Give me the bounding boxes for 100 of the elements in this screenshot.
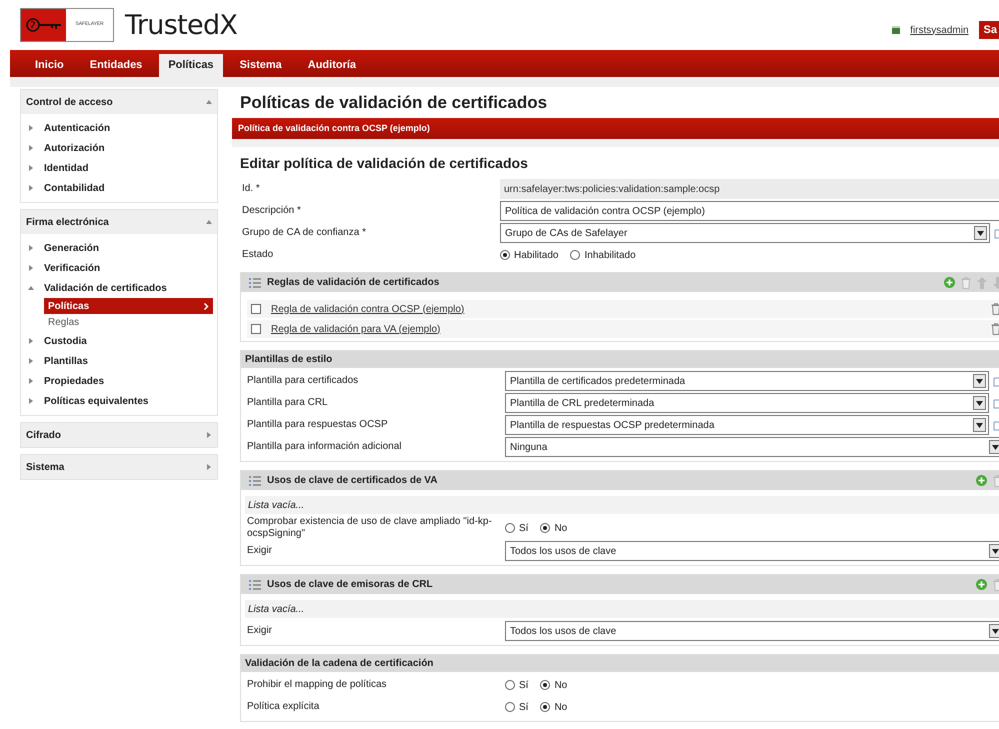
- dropdown-field[interactable]: Todos los usos de clave: [505, 541, 999, 561]
- nav-tab[interactable]: Entidades: [80, 54, 152, 77]
- add-icon[interactable]: [976, 475, 987, 486]
- radio-button[interactable]: [570, 250, 580, 260]
- radio-button[interactable]: [505, 702, 515, 712]
- dropdown-value: Plantilla de CRL predeterminada: [510, 396, 654, 410]
- app-name: TrustedX: [125, 12, 238, 38]
- sidebar-item[interactable]: Plantillas: [21, 351, 217, 371]
- sidebar-item[interactable]: Propiedades: [21, 371, 217, 391]
- page-title: Políticas de validación de certificados: [239, 92, 548, 114]
- radio-button[interactable]: [505, 680, 515, 690]
- trash-icon[interactable]: [961, 276, 971, 288]
- radio-label: Sí: [519, 522, 528, 536]
- sidebar-item[interactable]: Generación: [21, 238, 217, 258]
- collapsed-arrow-icon: [28, 185, 34, 191]
- field-label: Exigir: [247, 625, 274, 637]
- record-title[interactable]: Política de validación contra OCSP (ejemplo): [238, 122, 430, 136]
- sidebar-item[interactable]: Autenticación: [21, 118, 217, 138]
- collapsed-arrow-icon: [28, 245, 34, 251]
- rule-link[interactable]: Regla de validación para VA (ejemplo): [271, 322, 440, 336]
- collapsed-arrow-icon: [28, 265, 34, 271]
- radio-button[interactable]: [505, 523, 515, 533]
- nav-tab[interactable]: Políticas: [159, 54, 223, 77]
- trash-icon[interactable]: [991, 303, 999, 315]
- sidebar-group-header[interactable]: Cifrado: [21, 423, 217, 447]
- dropdown-value: Todos los usos de clave: [510, 544, 616, 558]
- section-title: Usos de clave de emisoras de CRL: [267, 578, 433, 592]
- dropdown-field[interactable]: Todos los usos de clave: [505, 621, 999, 641]
- list-icon: [249, 476, 261, 486]
- list-icon: [249, 580, 261, 590]
- collapsed-arrow-icon: [206, 432, 212, 438]
- radio-label: No: [554, 678, 568, 692]
- nav-tab[interactable]: Auditoría: [298, 54, 366, 77]
- rule-link[interactable]: Regla de validación contra OCSP (ejemplo): [271, 302, 464, 316]
- checkbox[interactable]: [251, 304, 261, 314]
- sidebar-group-header[interactable]: Control de acceso: [21, 90, 217, 114]
- collapsed-arrow-icon: [28, 125, 34, 131]
- collapsed-arrow-icon: [28, 338, 34, 344]
- radio-label: Sí: [519, 700, 528, 714]
- radio-label: Sí: [519, 678, 528, 692]
- empty-list-text: Lista vacía...: [245, 496, 999, 514]
- field-label: Plantilla para respuestas OCSP: [247, 419, 389, 431]
- sidebar-group-title: Control de acceso: [26, 96, 113, 110]
- field-label: Plantilla para CRL: [247, 397, 329, 409]
- add-icon[interactable]: [944, 277, 955, 288]
- dropdown-field[interactable]: Ninguna: [505, 437, 999, 457]
- sidebar-group-title: Cifrado: [26, 428, 61, 442]
- collapsed-arrow-icon: [28, 165, 34, 171]
- user-icon: [892, 26, 900, 34]
- text-field[interactable]: Política de validación contra OCSP (ejemplo): [500, 201, 999, 221]
- sidebar-group-title: Sistema: [26, 460, 64, 474]
- sidebar-group-header[interactable]: Sistema: [21, 455, 217, 479]
- field-label: Política explícita: [247, 701, 320, 713]
- sidebar-subitem[interactable]: Reglas: [44, 314, 213, 331]
- section-title: Plantillas de estilo: [245, 353, 332, 367]
- section-title: Reglas de validación de certificados: [267, 276, 440, 290]
- sidebar-item[interactable]: Custodia: [21, 331, 217, 351]
- section-title: Usos de clave de certificados de VA: [267, 474, 438, 488]
- collapsed-arrow-icon: [206, 464, 212, 470]
- radio-button[interactable]: [540, 702, 550, 712]
- expanded-arrow-icon: [28, 285, 34, 291]
- expanded-arrow-icon: [206, 219, 212, 225]
- sidebar-item[interactable]: Identidad: [21, 158, 217, 178]
- radio-button[interactable]: [540, 523, 550, 533]
- sidebar-group-header[interactable]: Firma electrónica: [21, 210, 217, 234]
- dropdown-value: Ninguna: [510, 440, 548, 454]
- sidebar-group-title: Firma electrónica: [26, 216, 109, 230]
- user-link[interactable]: firstsysadmin: [910, 22, 969, 38]
- field-label: Grupo de CA de confianza *: [242, 227, 367, 239]
- sidebar-item[interactable]: Contabilidad: [21, 178, 217, 198]
- nav-tab[interactable]: Sistema: [230, 54, 291, 77]
- dropdown-field[interactable]: Grupo de CAs de Safelayer: [500, 223, 990, 243]
- session-button[interactable]: Sa: [978, 21, 999, 39]
- sidebar-item[interactable]: Políticas equivalentes: [21, 391, 217, 411]
- add-icon[interactable]: [976, 579, 987, 590]
- dropdown-field[interactable]: Plantilla de CRL predeterminada: [505, 393, 989, 413]
- id-field: urn:safelayer:tws:policies:validation:sample:ocsp: [500, 179, 999, 199]
- field-label: Estado: [242, 249, 274, 261]
- dropdown-field[interactable]: Plantilla de certificados predeterminada: [505, 371, 989, 391]
- radio-label: Habilitado: [514, 248, 558, 262]
- sidebar-subitem[interactable]: Políticas: [44, 298, 213, 314]
- section-title: Validación de la cadena de certificación: [245, 657, 434, 671]
- collapsed-arrow-icon: [28, 378, 34, 384]
- dropdown-field[interactable]: Plantilla de respuestas OCSP predeterminada: [505, 415, 989, 435]
- form-title: Editar política de validación de certificados: [239, 154, 529, 173]
- trash-icon[interactable]: [991, 323, 999, 335]
- field-label: Id. *: [242, 183, 261, 195]
- sidebar-item[interactable]: Verificación: [21, 258, 217, 278]
- dropdown-value: Plantilla de respuestas OCSP predeterminada: [510, 418, 714, 432]
- field-label: Plantilla para información adicional: [247, 441, 403, 453]
- key-icon: [26, 18, 62, 32]
- radio-button[interactable]: [540, 680, 550, 690]
- sidebar-item[interactable]: Autorización: [21, 138, 217, 158]
- collapsed-arrow-icon: [28, 145, 34, 151]
- empty-list-text: Lista vacía...: [245, 600, 999, 618]
- nav-tab[interactable]: Inicio: [26, 54, 73, 77]
- radio-button[interactable]: [500, 250, 510, 260]
- checkbox[interactable]: [251, 324, 261, 334]
- dropdown-value: Todos los usos de clave: [510, 624, 616, 638]
- sidebar-item[interactable]: Validación de certificados: [21, 278, 217, 298]
